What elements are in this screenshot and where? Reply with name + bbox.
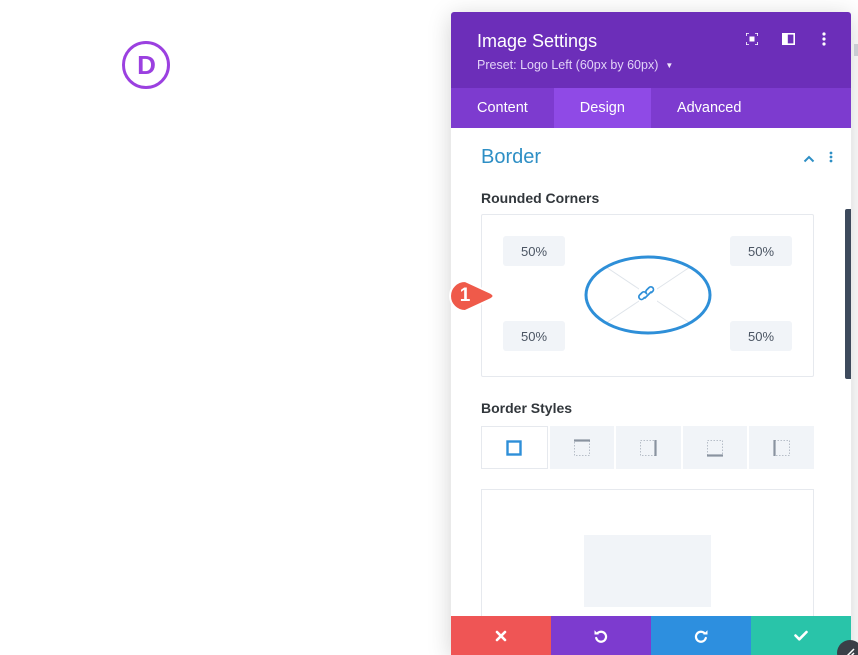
section-actions [803,150,833,168]
header-actions [745,32,831,46]
border-preview-inner [584,535,711,607]
section-more-icon[interactable] [829,150,833,168]
border-all-sides-tab[interactable] [481,426,548,469]
top-side-icon [573,438,590,456]
bottom-side-icon [707,439,724,457]
save-button[interactable] [751,616,851,655]
redo-icon [694,629,708,643]
logo-letter: D [137,50,156,80]
settings-tabs: Content Design Advanced [451,88,851,128]
divi-logo: D [122,41,170,89]
discard-icon [495,630,507,641]
all-sides-icon [506,439,522,456]
right-side-icon [640,439,658,456]
step-callout: 1 [441,275,501,317]
corner-top-left-input[interactable]: 50% [503,236,565,266]
redo-button[interactable] [651,616,751,655]
rounded-corners-control: 50% 50% 50% 50% [481,214,814,377]
border-style-tabs [481,426,814,469]
undo-button[interactable] [551,616,651,655]
split-view-icon[interactable] [781,32,795,46]
corner-bottom-left-input[interactable]: 50% [503,321,565,351]
focus-mode-icon[interactable] [745,32,759,46]
preset-selector[interactable]: Preset: Logo Left (60px by 60px) ▼ [477,58,851,72]
panel-body: Border Rounded Corners 50% 50% 50% 50% B… [451,128,851,616]
save-icon [794,630,808,641]
chevron-up-icon[interactable] [803,150,815,168]
panel-scrollbar[interactable] [845,209,851,379]
border-preview-box [481,489,814,616]
link-icon[interactable] [638,286,657,304]
resize-icon [846,648,855,655]
border-bottom-tab[interactable] [682,426,748,469]
tab-content[interactable]: Content [451,88,554,128]
panel-header[interactable]: Image Settings Preset: Logo Left (60px b… [451,12,851,88]
border-top-tab[interactable] [549,426,615,469]
border-styles-label: Border Styles [481,400,573,416]
panel-footer [451,616,851,655]
discard-button[interactable] [451,616,551,655]
edge-handle [854,44,858,56]
corner-preview [584,255,712,335]
left-side-icon [773,439,790,456]
tab-design[interactable]: Design [553,88,651,128]
tab-advanced[interactable]: Advanced [651,88,768,128]
border-section-header[interactable]: Border [451,128,851,186]
preset-label: Preset: Logo Left (60px by 60px) [477,58,659,72]
rounded-corners-label: Rounded Corners [481,190,600,206]
border-left-tab[interactable] [749,426,814,469]
corner-bottom-right-input[interactable]: 50% [730,321,792,351]
undo-icon [594,629,608,643]
callout-number: 1 [459,285,471,306]
caret-down-icon: ▼ [665,60,674,70]
section-title: Border [481,145,542,168]
image-settings-panel: Image Settings Preset: Logo Left (60px b… [451,12,851,655]
more-options-icon[interactable] [817,32,831,46]
border-right-tab[interactable] [616,426,681,469]
corner-top-right-input[interactable]: 50% [730,236,792,266]
